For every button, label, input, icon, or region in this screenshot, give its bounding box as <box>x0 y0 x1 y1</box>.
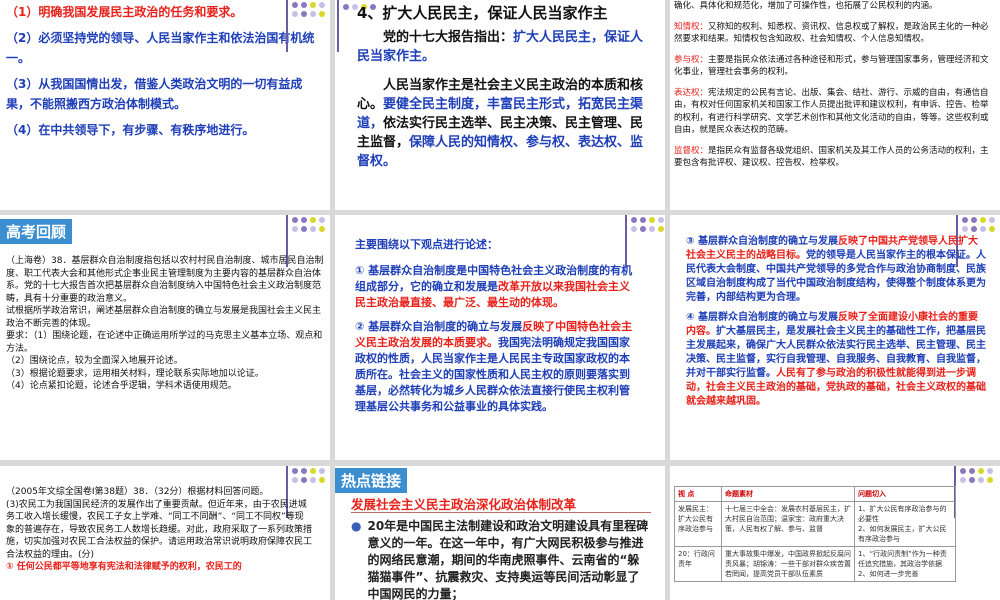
s8-bullet: ● <box>351 519 362 533</box>
s2-p1-a: 党的十七大报告指出： <box>383 30 514 45</box>
table-row: 20：行政问责年 重大事故集中爆发，中国政界掀起反腐问责风暴；胡锦涛：一些干部对… <box>674 546 956 582</box>
s4-req-3: （3）根据论题要求，运用相关材料，理论联系实际地加以论证。 <box>6 368 264 379</box>
s3-text-2: 主要是指民众依法通过各种途径和形式，参与管理国家事务，管理经济和文化事业，管理社… <box>674 54 989 78</box>
s1-item-1: （1）明确我国发展民主政治的任务和要求。 <box>6 5 243 19</box>
table-cell: 20：行政问责年 <box>674 546 722 582</box>
s3-term-1: 知情权： <box>674 21 709 32</box>
s6-p3: ③ 基层群众自治制度的确立与发展反映了中国共产党领导人民扩大社会主义民主的战略目… <box>686 235 986 305</box>
s3-term-3: 表达权： <box>674 87 709 98</box>
s3-term-2: 参与权： <box>674 54 709 65</box>
s7-head: （2005年文综全国卷Ⅰ第38题）38．（32分）根据材料回答问题。 <box>6 487 269 497</box>
s3-intro: 确化、具体化和规范化，增加了可操作性，也拓展了公民权利的内涵。 <box>674 1 938 11</box>
table-header: 视 点 <box>674 486 722 502</box>
s2-p2: 人民当家作主是社会主义民主政治的本质和核心。要健全民主制度，丰富民主形式，拓宽民… <box>357 76 655 171</box>
hot-topics-table: 视 点 命题素材 问题切入 发展民主：扩大公民有序政治参与 十七届三中全会：发展… <box>674 486 956 582</box>
slide-3: 确化、具体化和规范化，增加了可操作性，也拓展了公民权利的内涵。 知情权：又称知的… <box>670 0 1000 210</box>
table-cell: 1、“行政问责制”作为一种责任追究措施，其政治学依据 2、如何进一步完善 <box>854 546 956 582</box>
s6-p4-a: ④ 基层群众自治制度的确立与发展 <box>686 312 838 323</box>
slide-5: 主要围绕以下观点进行论述： ① 基层群众自治制度是中国特色社会主义政治制度的有机… <box>335 215 665 460</box>
s4-req-2: （2）围绕论点，较为全面深入地展开论述。 <box>6 356 183 366</box>
s5-heading: 主要围绕以下观点进行论述： <box>355 238 498 251</box>
s3-text-3: 宪法规定的公民有言论、出版、集会、结社、游行、示威的自由，有通信自由，有权对任何… <box>674 87 989 136</box>
s8-body: 20年是中国民主法制建设和政治文明建设具有里程碑意义的一年。在这一年中，有广大网… <box>367 519 649 600</box>
s6-p3-a: ③ 基层群众自治制度的确立与发展 <box>686 236 838 247</box>
s3-term-4: 监督权： <box>674 145 709 156</box>
s4-body: （上海卷）38．基层群众自治制度指包括以农村村民自治制度、城市居民自治制度、职工… <box>6 256 324 304</box>
s1-item-2: （2）必须坚持党的领导、人民当家作主和依法治国有机统一。 <box>6 31 315 65</box>
table-header-row: 视 点 命题素材 问题切入 <box>674 486 956 502</box>
s3-item-2: 参与权：主要是指民众依法通过各种途径和形式，参与管理国家事务，管理经济和文化事业… <box>674 54 992 79</box>
s1-item-4: （4）在中共领导下，有步骤、有秩序地进行。 <box>6 123 255 137</box>
s7-body: (3)农民工为我国国民经济的发展作出了重要贡献。但近年来，由于农民进城务工收入增… <box>6 499 313 560</box>
slide-2: 4、扩大人民民主，保证人民当家作主 党的十七大报告指出：扩大人民民主，保证人民当… <box>335 0 665 210</box>
s3-text-4: 是指民众有监督各级党组织、国家机关及其工作人员的公务活动的权利，主要包含有批评权… <box>674 145 989 169</box>
slide-9: 视 点 命题素材 问题切入 发展民主：扩大公民有序政治参与 十七届三中全会：发展… <box>670 466 1000 600</box>
s5-p2: ② 基层群众自治制度的确立与发展反映了中国特色社会主义民主政治发展的本质要求。我… <box>355 319 640 415</box>
s4-task: 试根据所学政治常识，阐述基层群众自治制度的确立与发展是我国社会主义民主政治不断完… <box>6 306 322 329</box>
slide-7: （2005年文综全国卷Ⅰ第38题）38．（32分）根据材料回答问题。 (3)农民… <box>0 466 330 600</box>
s6-p4: ④ 基层群众自治制度的确立与发展反映了全面建设小康社会的重要内容。扩大基层民主，… <box>686 311 986 409</box>
s3-item-4: 监督权：是指民众有监督各级党组织、国家机关及其工作人员的公务活动的权利，主要包含… <box>674 145 992 170</box>
s8-underline <box>351 512 651 513</box>
slide-1-deco <box>286 0 326 52</box>
table-header: 命题素材 <box>721 486 855 502</box>
s5-p2-a: ② 基层群众自治制度的确立与发展 <box>355 320 523 333</box>
s4-tag: 高考回顾 <box>0 219 73 244</box>
s2-title: 4、扩大人民民主，保证人民当家作主 <box>357 4 608 22</box>
s4-req-4: （4）论点紧扣论题，论述合乎逻辑，学科术语使用规范。 <box>6 381 237 391</box>
s7-answer: ① 任何公民都平等地享有宪法和法律赋予的权利，农民工的 <box>6 562 242 572</box>
table-cell: 重大事故集中爆发，中国政界掀起反腐问责风暴；胡锦涛：一些干部对群众疾苦置若罔闻，… <box>721 546 855 582</box>
s8-subtitle: 发展社会主义民主政治深化政治体制改革 <box>351 497 577 512</box>
s3-item-3: 表达权：宪法规定的公民有言论、出版、集会、结社、游行、示威的自由，有通信自由，有… <box>674 87 992 137</box>
table-cell: 十七届三中全会：发展农村基层民主，扩大村民自治范围；温家宝：政府重大决策，人民有… <box>721 501 855 547</box>
slide-4: 高考回顾 （上海卷）38．基层群众自治制度指包括以农村村民自治制度、城市居民自治… <box>0 215 330 460</box>
table-cell: 发展民主：扩大公民有序政治参与 <box>674 501 722 547</box>
s2-p1: 党的十七大报告指出：扩大人民民主，保证人民当家作主。 <box>357 28 655 66</box>
slide-1: （1）明确我国发展民主政治的任务和要求。 （2）必须坚持党的领导、人民当家作主和… <box>0 0 330 210</box>
table-header: 问题切入 <box>854 486 956 502</box>
slide-6: ③ 基层群众自治制度的确立与发展反映了中国共产党领导人民扩大社会主义民主的战略目… <box>670 215 1000 460</box>
table-row: 发展民主：扩大公民有序政治参与 十七届三中全会：发展农村基层民主，扩大村民自治范… <box>674 501 956 547</box>
slide-9-deco <box>954 466 994 518</box>
s3-text-1: 又称知的权利、知悉权、资讯权、信息权或了解权，是政治民主化的一种必然要求和结果。… <box>674 21 989 45</box>
s8-tag: 热点链接 <box>335 468 408 493</box>
s5-p1: ① 基层群众自治制度是中国特色社会主义政治制度的有机组成部分，它的确立和发展是改… <box>355 263 640 311</box>
s4-req-1: 要求：（1）围绕论题，在论述中正确运用所学过的马克思主义基本立场、观点和方法。 <box>6 331 323 354</box>
s3-item-1: 知情权：又称知的权利、知悉权、资讯权、信息权或了解权，是政治民主化的一种必然要求… <box>674 21 992 46</box>
table-cell: 1、扩大公民有序政治参与的必要性 2、如何发展民主，扩大公民有序政治参与 <box>854 501 956 547</box>
s1-item-3: （3）从我国国情出发，借鉴人类政治文明的一切有益成果，不能照搬西方政治体制模式。 <box>6 77 303 111</box>
slide-8: 热点链接 发展社会主义民主政治深化政治体制改革 ● 20年是中国民主法制建设和政… <box>335 466 665 600</box>
